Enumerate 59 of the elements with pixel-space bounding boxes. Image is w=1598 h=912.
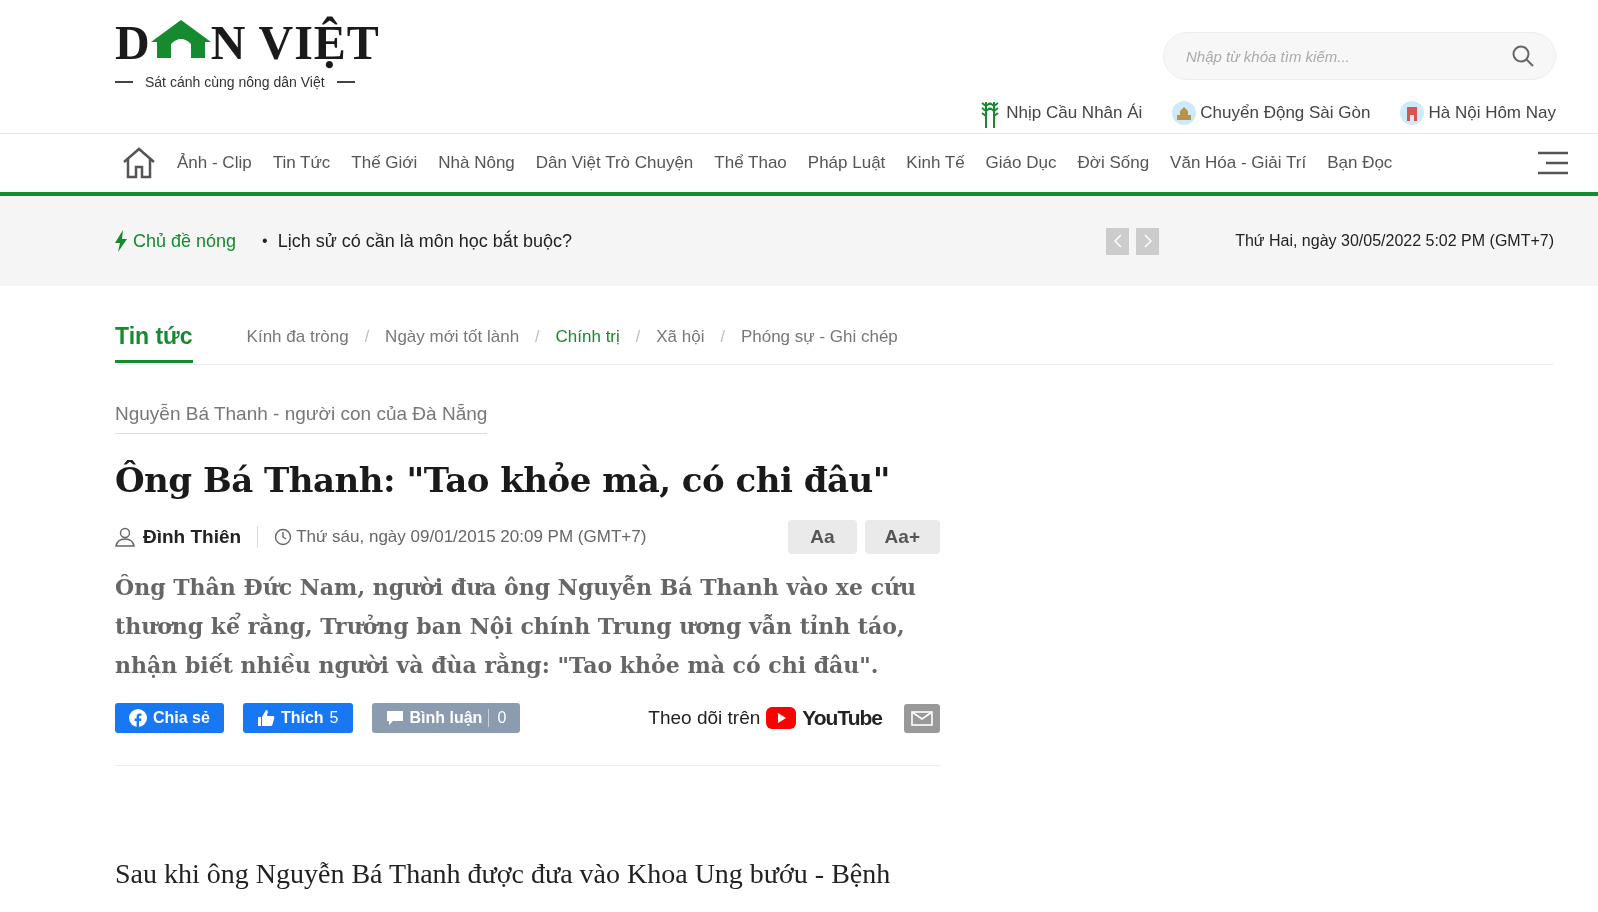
font-size-button[interactable]: Aa <box>788 520 857 554</box>
share-button[interactable]: Chia sẻ <box>115 703 224 733</box>
lightning-icon <box>115 230 127 252</box>
section-title[interactable]: Tin tức <box>115 311 193 363</box>
subcategory-link[interactable]: Kính đa tròng <box>246 327 349 347</box>
tagline: Sát cánh cùng nông dân Việt <box>145 74 325 90</box>
nav-link[interactable]: Văn Hóa - Giải Trí <box>1170 153 1307 173</box>
menu-icon[interactable] <box>1538 151 1568 175</box>
subcategory-link[interactable]: Chính trị <box>555 327 620 347</box>
nav-link[interactable]: Nhà Nông <box>438 153 515 173</box>
speech-bubble-icon <box>385 710 404 726</box>
chevron-left-icon <box>1113 234 1122 248</box>
current-date: Thứ Hai, ngày 30/05/2022 5:02 PM (GMT+7) <box>1235 232 1554 250</box>
like-button[interactable]: Thích 5 <box>242 703 353 733</box>
search-icon[interactable] <box>1512 45 1534 67</box>
article-title: Ông Bá Thanh: "Tao khỏe mà, có chi đâu" <box>115 460 891 500</box>
headline-link[interactable]: Lịch sử có cần là môn học bắt buộc? <box>277 230 572 252</box>
nav-link[interactable]: Tin Tức <box>272 153 331 173</box>
facebook-icon <box>129 709 147 727</box>
publish-date: Thứ sáu, ngày 09/01/2015 20:09 PM (GMT+7) <box>296 527 647 547</box>
separator: / <box>364 328 370 346</box>
separator: / <box>720 328 725 346</box>
nav-link[interactable]: Bạn Đọc <box>1327 153 1393 173</box>
gate-icon <box>1400 101 1425 125</box>
nav-link[interactable]: Đời Sống <box>1077 153 1150 173</box>
article-body-text: Sau khi ông Nguyễn Bá Thanh được đưa vào Khoa Ung bướu - Bệnh <box>115 858 892 890</box>
building-icon <box>1172 101 1197 125</box>
play-icon <box>766 707 797 729</box>
topic-link[interactable]: Nhịp Cầu Nhân Ái <box>978 98 1143 128</box>
topic-link[interactable]: Chuyển Động Sài Gòn <box>1172 98 1371 128</box>
nav-link[interactable]: Thế Giới <box>351 153 418 173</box>
bullet: • <box>262 232 268 250</box>
nav-link[interactable]: Pháp Luật <box>807 153 886 173</box>
user-icon <box>115 527 135 547</box>
hot-topics-label: Chủ đề nóng <box>133 230 237 252</box>
subcategory-link[interactable]: Ngày mới tốt lành <box>385 327 520 347</box>
thumbs-up-icon <box>256 709 275 727</box>
series-title[interactable]: Nguyễn Bá Thanh - người con của Đà Nẵng <box>115 403 488 434</box>
subcategory-link[interactable]: Xã hội <box>656 327 705 347</box>
author-name[interactable]: Đình Thiên <box>143 526 259 548</box>
home-icon[interactable] <box>122 147 156 179</box>
nav-link[interactable]: Giáo Dục <box>985 153 1057 173</box>
nav-link[interactable]: Ảnh - Clip <box>177 153 252 173</box>
envelope-icon <box>911 710 933 726</box>
separator: / <box>635 328 641 346</box>
separator: / <box>535 328 540 346</box>
subcategory-link[interactable]: Phóng sự - Ghi chép <box>740 327 898 347</box>
font-size-button[interactable]: Aa+ <box>864 520 940 554</box>
nav-link[interactable]: Thể Thao <box>714 153 787 173</box>
search-field[interactable]: Nhập từ khóa tìm kiếm... <box>1163 32 1556 80</box>
clock-icon <box>274 528 293 546</box>
chevron-right-icon <box>1143 234 1152 248</box>
nav-link[interactable]: Kinh Tế <box>906 153 965 173</box>
nav-link[interactable]: Dân Việt Trò Chuyện <box>535 153 694 173</box>
topic-link[interactable]: Hà Nội Hôm Nay <box>1400 98 1556 128</box>
logo-text[interactable]: D <box>115 20 151 66</box>
email-button[interactable] <box>904 703 940 733</box>
youtube-follow-link[interactable]: Theo dõi trên YouTube <box>648 706 882 730</box>
article-summary: Ông Thân Đức Nam, người đưa ông Nguyễn Bá Thanh vào xe cứu thương kể rằng, Trưởng ban Nội chính Trung ương vẫn tỉnh táo, nhận biết nhiều người và đùa rằng: "Tao khỏe mà có chi đâu". <box>115 573 917 680</box>
